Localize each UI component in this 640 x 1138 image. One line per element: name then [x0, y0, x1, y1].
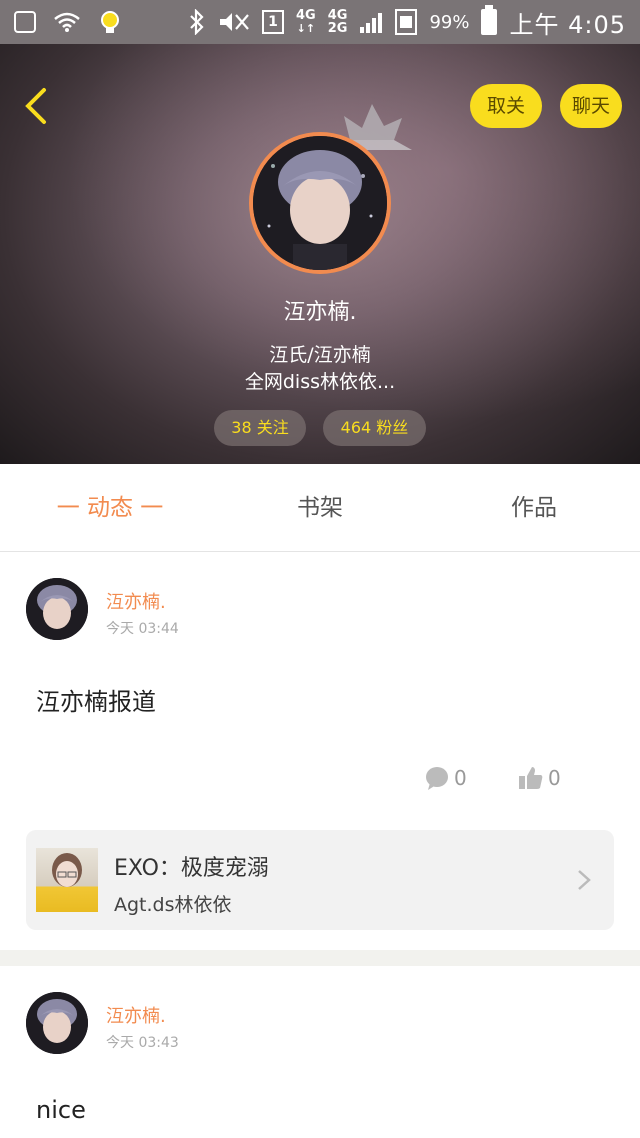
book-author: Agt.ds林依依 [114, 894, 232, 916]
like-button[interactable]: 0 [518, 762, 561, 794]
wifi-icon [54, 12, 80, 32]
post-content: 沍亦楠报道 [36, 688, 156, 716]
profile-avatar[interactable] [249, 132, 391, 274]
tab-bookshelf[interactable]: 书架 [260, 464, 380, 552]
followers-count-button[interactable]: 464 粉丝 [323, 410, 426, 446]
recycle-icon [14, 11, 36, 33]
bio-line-1: 沍氏/沍亦楠 [269, 344, 371, 366]
sim-indicator: 1 [262, 10, 285, 34]
sim-card-icon [395, 9, 418, 35]
book-title: EXO：极度宠溺 [114, 856, 269, 881]
network-indicator-2: 4G 2G [327, 8, 348, 36]
battery-percent: 99% [429, 11, 470, 33]
avatar-image [253, 136, 387, 270]
unfollow-button[interactable]: 取关 [470, 84, 542, 128]
profile-name: 沍亦楠. [283, 300, 357, 325]
chevron-left-icon [25, 88, 46, 124]
post-timestamp: 今天 03:43 [106, 1035, 179, 1051]
post-author-name[interactable]: 沍亦楠. [106, 588, 166, 614]
tab-activity[interactable]: 一 动态 一 [30, 464, 190, 552]
book-cover-image [36, 848, 98, 912]
comment-count: 0 [454, 766, 467, 790]
following-count-button[interactable]: 38 关注 [214, 410, 306, 446]
network-indicator-1: 4G ↓↑ [296, 8, 316, 35]
post-content: nice [36, 1096, 86, 1124]
thumbs-up-icon [519, 767, 543, 789]
avatar-image [26, 578, 88, 640]
profile-tabs: 一 动态 一 书架 作品 [0, 464, 640, 552]
profile-header: 取关 聊天 沍亦楠. 沍氏/沍亦楠 全网diss林依依... 38 关注 464… [0, 44, 640, 464]
post-divider [0, 950, 640, 966]
cover-portrait [52, 853, 82, 887]
bulb-icon [101, 11, 119, 33]
book-card[interactable]: EXO：极度宠溺 Agt.ds林依依 [26, 830, 614, 930]
comment-icon [426, 767, 448, 790]
clock: 上午 4:05 [509, 10, 626, 39]
mute-icon [220, 13, 249, 31]
signal-icon [360, 13, 383, 33]
battery-icon [481, 5, 498, 35]
chat-button[interactable]: 聊天 [560, 84, 622, 128]
avatar-image [26, 992, 88, 1054]
status-bar: 1 4G ↓↑ 4G 2G 99% 上午 4:05 [0, 0, 640, 44]
bluetooth-icon [190, 9, 204, 35]
like-count: 0 [548, 766, 561, 790]
post-timestamp: 今天 03:44 [106, 621, 179, 637]
chevron-right-icon [578, 870, 591, 890]
bio-line-2: 全网diss林依依... [244, 371, 396, 393]
profile-bio: 沍氏/沍亦楠 全网diss林依依... [0, 342, 640, 396]
tab-works[interactable]: 作品 [474, 464, 594, 552]
comment-button[interactable]: 0 [424, 762, 467, 794]
post-author-name[interactable]: 沍亦楠. [106, 1002, 166, 1028]
post-author-avatar[interactable] [26, 992, 88, 1054]
back-button[interactable] [18, 86, 58, 126]
post-author-avatar[interactable] [26, 578, 88, 640]
